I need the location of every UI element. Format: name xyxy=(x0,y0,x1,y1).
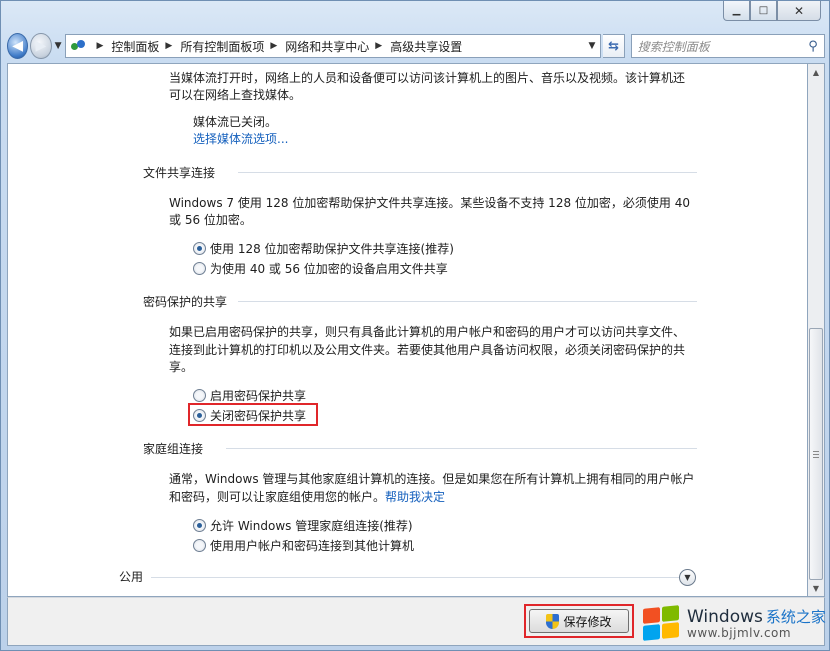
navigation-bar: ◀ ▶ ▼ ▶ 控制面板 ▶ 所有控制面板项 ▶ 网络和共享中心 ▶ 高级共享设… xyxy=(7,31,825,61)
minimize-icon: ▁ xyxy=(732,4,741,16)
breadcrumb-advanced-sharing[interactable]: 高级共享设置 xyxy=(390,38,462,55)
section-divider xyxy=(238,301,697,302)
expand-public-button[interactable]: ▼ xyxy=(679,569,696,586)
radio-user-account[interactable]: 使用用户帐户和密码连接到其他计算机 xyxy=(193,537,414,554)
windows-logo-icon xyxy=(641,605,681,642)
password-description-line3: 享。 xyxy=(169,360,194,374)
breadcrumb-all-items[interactable]: 所有控制面板项 xyxy=(180,38,264,55)
radio-label: 启用密码保护共享 xyxy=(210,389,307,403)
chevron-right-icon[interactable]: ▶ xyxy=(96,41,103,51)
media-options-link[interactable]: 选择媒体流选项... xyxy=(193,129,288,149)
search-placeholder: 搜索控制面板 xyxy=(637,39,710,54)
back-button[interactable]: ◀ xyxy=(7,33,29,59)
minimize-button[interactable]: ▁ xyxy=(723,1,750,21)
breadcrumb-control-panel[interactable]: 控制面板 xyxy=(111,38,159,55)
file-sharing-title: 文件共享连接 xyxy=(143,166,216,180)
forward-button[interactable]: ▶ xyxy=(30,33,52,59)
section-divider xyxy=(226,448,697,449)
radio-button[interactable] xyxy=(193,262,206,275)
chevron-right-icon[interactable]: ▶ xyxy=(270,41,277,51)
address-dropdown-icon[interactable]: ▼ xyxy=(582,41,600,51)
highlight-annotation xyxy=(524,604,634,638)
recent-pages-dropdown-icon[interactable]: ▼ xyxy=(55,41,62,51)
homegroup-title: 家庭组连接 xyxy=(143,442,204,456)
file-sharing-description-line2: 或 56 位加密。 xyxy=(169,213,252,227)
radio-button-checked[interactable] xyxy=(193,242,206,255)
settings-content: 当媒体流打开时，网络上的人员和设备便可以访问该计算机上的图片、音乐以及视频。该计… xyxy=(7,63,807,597)
watermark: Windows 系统之家 www.bjjmlv.com xyxy=(641,599,830,649)
help-me-decide-link[interactable]: 帮助我决定 xyxy=(385,490,445,504)
maximize-icon: □ xyxy=(758,4,769,16)
refresh-button[interactable]: ⇆ xyxy=(603,34,625,58)
section-divider xyxy=(238,172,697,173)
radio-button-checked[interactable] xyxy=(193,519,206,532)
radio-128bit[interactable]: 使用 128 位加密帮助保护文件共享连接(推荐) xyxy=(193,240,454,257)
back-arrow-icon: ◀ xyxy=(12,38,24,54)
refresh-icon: ⇆ xyxy=(608,38,619,54)
window-frame: ▁ □ ✕ ◀ ▶ ▼ ▶ 控制面板 ▶ 所有控制面板项 ▶ 网络和共享中心 ▶… xyxy=(0,0,830,651)
password-sharing-title: 密码保护的共享 xyxy=(143,295,228,309)
radio-label: 为使用 40 或 56 位加密的设备启用文件共享 xyxy=(210,262,448,276)
highlight-annotation xyxy=(188,403,318,426)
maximize-button[interactable]: □ xyxy=(750,1,777,21)
search-icon[interactable]: ⚲ xyxy=(802,39,824,54)
section-divider xyxy=(151,577,679,578)
public-section-title: 公用 xyxy=(119,570,144,584)
watermark-brand-cn: 系统之家 xyxy=(765,608,826,627)
radio-button[interactable] xyxy=(193,389,206,402)
chevron-right-icon[interactable]: ▶ xyxy=(375,41,382,51)
address-bar[interactable]: ▶ 控制面板 ▶ 所有控制面板项 ▶ 网络和共享中心 ▶ 高级共享设置 ▼ xyxy=(65,34,602,58)
media-description-line2: 可以在网络上查找媒体。 xyxy=(169,88,302,102)
radio-label: 使用 128 位加密帮助保护文件共享连接(推荐) xyxy=(210,242,454,256)
network-icon xyxy=(70,38,86,54)
scroll-up-icon[interactable]: ▲ xyxy=(808,64,824,80)
scrollbar-thumb[interactable] xyxy=(809,328,823,580)
close-icon: ✕ xyxy=(793,3,805,18)
watermark-url: www.bjjmlv.com xyxy=(687,625,792,640)
scroll-down-icon[interactable]: ▼ xyxy=(808,580,824,596)
radio-windows-manage[interactable]: 允许 Windows 管理家庭组连接(推荐) xyxy=(193,517,413,534)
homegroup-description-line1: 通常，Windows 管理与其他家庭组计算机的连接。但是如果您在所有计算机上拥有… xyxy=(169,472,695,486)
search-input[interactable]: 搜索控制面板 ⚲ xyxy=(630,34,825,58)
radio-button[interactable] xyxy=(193,539,206,552)
chevron-down-icon: ▼ xyxy=(684,573,691,582)
caption-buttons: ▁ □ ✕ xyxy=(723,1,821,21)
watermark-brand: Windows xyxy=(687,607,763,628)
breadcrumb-network-center[interactable]: 网络和共享中心 xyxy=(285,38,369,55)
radio-40-56bit[interactable]: 为使用 40 或 56 位加密的设备启用文件共享 xyxy=(193,260,448,277)
radio-label: 使用用户帐户和密码连接到其他计算机 xyxy=(210,539,415,553)
grip-icon xyxy=(813,451,819,458)
homegroup-description-line2: 和密码，则可以让家庭组使用您的帐户。帮助我决定 xyxy=(169,490,446,504)
radio-enable-password[interactable]: 启用密码保护共享 xyxy=(193,387,306,404)
forward-arrow-icon: ▶ xyxy=(35,38,47,54)
password-description-line2: 连接到此计算机的打印机以及公用文件夹。若要使其他用户具备访问权限，必须关闭密码保… xyxy=(169,343,686,357)
vertical-scrollbar[interactable]: ▲ ▼ xyxy=(807,63,825,597)
close-button[interactable]: ✕ xyxy=(777,1,821,21)
chevron-right-icon[interactable]: ▶ xyxy=(165,41,172,51)
watermark-text: Windows 系统之家 www.bjjmlv.com xyxy=(687,608,826,640)
password-description-line1: 如果已启用密码保护的共享，则只有具备此计算机的用户帐户和密码的用户才可以访问共享… xyxy=(169,325,686,339)
radio-label: 允许 Windows 管理家庭组连接(推荐) xyxy=(210,519,413,533)
